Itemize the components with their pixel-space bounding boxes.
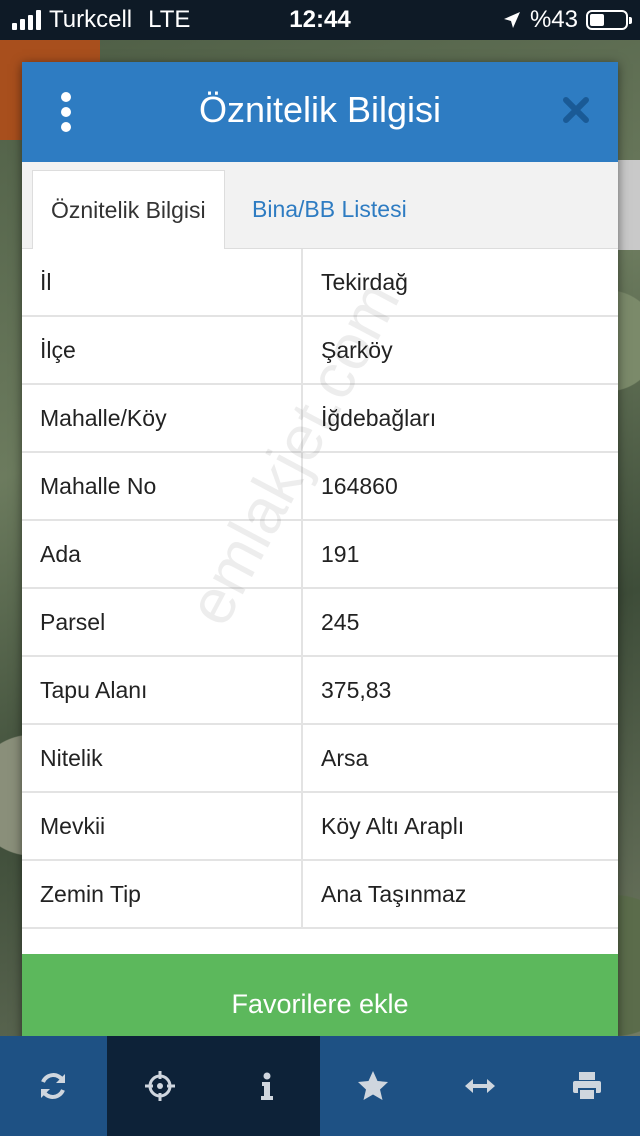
refresh-button[interactable] (0, 1036, 107, 1136)
location-arrow-icon (503, 12, 520, 28)
locate-button[interactable] (106, 1036, 214, 1136)
row-value: 164860 (321, 473, 398, 499)
row-value: Ana Taşınmaz (321, 881, 467, 907)
row-key: Mevkii (22, 793, 303, 859)
row-key: İlçe (22, 317, 303, 383)
table-row: Tapu Alanı 375,83 (22, 657, 618, 725)
row-key: Parsel (22, 589, 303, 655)
close-icon[interactable] (562, 96, 590, 124)
refresh-icon (41, 1073, 66, 1099)
table-row: Ada 191 (22, 521, 618, 589)
row-key: İl (22, 249, 303, 315)
map-feature (616, 160, 640, 250)
row-key: Ada (22, 521, 303, 587)
bottom-toolbar (0, 1036, 640, 1136)
table-row: Parsel 245 (22, 589, 618, 657)
tab-bar: Öznitelik Bilgisi Bina/BB Listesi (22, 162, 618, 249)
favorites-button[interactable] (320, 1036, 427, 1136)
info-icon (260, 1072, 273, 1100)
row-key: Tapu Alanı (22, 657, 303, 723)
row-value: İğdebağları (321, 405, 437, 431)
tab-building-list[interactable]: Bina/BB Listesi (234, 170, 425, 248)
row-value: Köy Altı Araplı (321, 813, 465, 839)
table-row: İlçe Şarköy (22, 317, 618, 385)
arrows-horizontal-icon (465, 1079, 496, 1093)
star-icon (358, 1071, 389, 1100)
dialog-header: Öznitelik Bilgisi (22, 62, 618, 162)
row-value: 375,83 (321, 677, 392, 703)
print-button[interactable] (533, 1036, 640, 1136)
row-key: Mahalle No (22, 453, 303, 519)
dialog-title: Öznitelik Bilgisi (198, 89, 442, 130)
row-value: Tekirdağ (321, 269, 408, 295)
row-value: 191 (321, 541, 360, 567)
attribute-table: İl Tekirdağ İlçe Şarköy Mahalle/Köy İğdebağla… (22, 249, 618, 929)
crosshair-icon (145, 1071, 175, 1101)
tab-attribute-info[interactable]: Öznitelik Bilgisi (32, 170, 225, 249)
table-row: Zemin Tip Ana Taşınmaz (22, 861, 618, 929)
table-row: Mevkii Köy Altı Araplı (22, 793, 618, 861)
battery-percent: %43 (529, 6, 578, 33)
row-value: 245 (321, 609, 360, 635)
table-row: İl Tekirdağ (22, 249, 618, 317)
status-bar: Turkcell LTE 12:44 %43 (0, 0, 640, 40)
row-key: Zemin Tip (22, 861, 303, 927)
table-row: Mahalle/Köy İğdebağları (22, 385, 618, 453)
attribute-dialog: Öznitelik Bilgisi Öznitelik Bilgisi Bina… (22, 62, 618, 1054)
row-key: Mahalle/Köy (22, 385, 303, 451)
row-value: Arsa (321, 745, 369, 771)
battery-icon (586, 10, 632, 30)
table-row: Mahalle No 164860 (22, 453, 618, 521)
info-button[interactable] (213, 1036, 321, 1136)
print-icon (572, 1072, 601, 1101)
measure-button[interactable] (427, 1036, 534, 1136)
row-key: Nitelik (22, 725, 303, 791)
row-value: Şarköy (321, 337, 393, 363)
table-row: Nitelik Arsa (22, 725, 618, 793)
